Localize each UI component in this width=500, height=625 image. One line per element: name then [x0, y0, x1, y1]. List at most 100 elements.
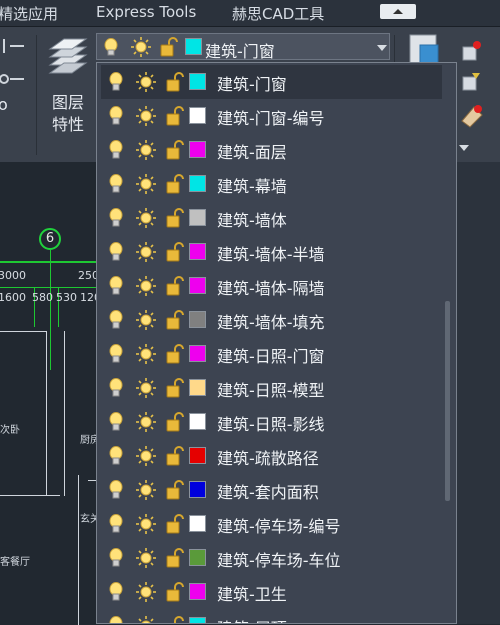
layer-color-swatch[interactable] [189, 175, 206, 192]
sun-icon[interactable] [136, 106, 156, 126]
sun-icon[interactable] [136, 548, 156, 568]
bulb-on-icon[interactable] [109, 242, 123, 261]
bulb-on-icon[interactable] [109, 412, 123, 431]
unlock-icon[interactable] [166, 106, 184, 126]
bulb-on-icon[interactable] [109, 616, 123, 625]
layer-color-swatch[interactable] [189, 277, 206, 294]
layer-color-swatch[interactable] [189, 209, 206, 226]
sun-icon[interactable] [136, 140, 156, 160]
unlock-icon[interactable] [166, 140, 184, 160]
layer-row[interactable]: 建筑-墙体 [101, 201, 442, 235]
menu-item-hesi-cad-tools[interactable]: 赫思CAD工具 [232, 3, 324, 24]
unlock-icon[interactable] [166, 344, 184, 364]
layer-row[interactable]: 建筑-卫生 [101, 575, 442, 609]
unlock-icon[interactable] [166, 446, 184, 466]
layer-color-swatch[interactable] [189, 515, 206, 532]
layer-row[interactable]: 建筑-日照-影线 [101, 405, 442, 439]
sun-icon[interactable] [136, 310, 156, 330]
layer-color-swatch[interactable] [189, 243, 206, 260]
layer-row[interactable]: 建筑-停车场-车位 [101, 541, 442, 575]
bulb-on-icon[interactable] [109, 174, 123, 193]
layer-row[interactable]: 建筑-套内面积 [101, 473, 442, 507]
sun-icon[interactable] [136, 208, 156, 228]
panel-tools-icon[interactable] [0, 33, 26, 93]
sun-icon[interactable] [136, 480, 156, 500]
bulb-on-icon[interactable] [109, 378, 123, 397]
workspace-dropdown[interactable] [380, 4, 416, 19]
bulb-on-icon[interactable] [109, 72, 123, 91]
menu-item-featured-apps[interactable]: 精选应用 [0, 3, 58, 24]
sun-icon[interactable] [136, 242, 156, 262]
layer-properties-label-line2[interactable]: 特性 [52, 111, 84, 135]
sun-icon[interactable] [136, 276, 156, 296]
layer-row[interactable]: 建筑-面层 [101, 133, 442, 167]
bulb-on-icon[interactable] [109, 446, 123, 465]
layer-row[interactable]: 建筑-日照-门窗 [101, 337, 442, 371]
layer-color-swatch[interactable] [189, 583, 206, 600]
unlock-icon[interactable] [166, 480, 184, 500]
unlock-icon[interactable] [166, 72, 184, 92]
sun-icon[interactable] [136, 72, 156, 92]
layer-row[interactable]: 建筑-疏散路径 [101, 439, 442, 473]
layer-row[interactable]: 建筑-墙体-填充 [101, 303, 442, 337]
unlock-icon[interactable] [166, 276, 184, 296]
layer-color-swatch[interactable] [189, 549, 206, 566]
create-block-icon[interactable] [460, 39, 484, 63]
sun-icon[interactable] [136, 174, 156, 194]
layer-color-swatch[interactable] [189, 617, 206, 623]
layer-color-swatch[interactable] [189, 73, 206, 90]
sun-icon[interactable] [136, 344, 156, 364]
sun-icon[interactable] [136, 378, 156, 398]
layer-row[interactable]: 建筑-墙体-隔墙 [101, 269, 442, 303]
unlock-icon[interactable] [167, 616, 184, 624]
bulb-on-icon[interactable] [109, 480, 123, 499]
edit-block-icon[interactable] [460, 69, 484, 93]
sun-icon[interactable] [136, 616, 156, 624]
layer-row[interactable]: 建筑-墙体-半墙 [101, 235, 442, 269]
bulb-on-icon[interactable] [109, 106, 123, 125]
sun-icon[interactable] [136, 582, 156, 602]
layer-color-swatch[interactable] [189, 447, 206, 464]
layer-color-swatch[interactable] [189, 379, 206, 396]
bulb-on-icon[interactable] [109, 582, 123, 601]
layer-row[interactable]: 建筑-门窗-编号 [101, 99, 442, 133]
bulb-on-icon[interactable] [109, 514, 123, 533]
layer-color-swatch[interactable] [189, 107, 206, 124]
layer-row[interactable]: 建筑-停车场-编号 [101, 507, 442, 541]
bulb-on-icon[interactable] [109, 548, 123, 567]
layer-row[interactable]: 建筑-幕墙 [101, 167, 442, 201]
layer-dropdown-list[interactable]: 建筑-门窗 建筑-门窗-编号 建筑-面层 建筑-幕墙 建筑-墙体 建筑-墙体-半墙 建筑-墙… [96, 62, 457, 624]
layer-color-swatch[interactable] [189, 141, 206, 158]
bulb-on-icon[interactable] [109, 208, 123, 227]
match-properties-icon[interactable] [456, 101, 486, 131]
layer-properties-label-line1[interactable]: 图层 [52, 89, 84, 113]
unlock-icon[interactable] [166, 242, 184, 262]
dropdown-scrollbar[interactable] [445, 301, 450, 501]
layer-color-swatch[interactable] [189, 311, 206, 328]
layer-row[interactable]: 建筑-门窗 [101, 65, 442, 99]
unlock-icon[interactable] [166, 514, 184, 534]
unlock-icon[interactable] [166, 310, 184, 330]
layer-row[interactable]: 建筑-日照-模型 [101, 371, 442, 405]
unlock-icon[interactable] [166, 174, 184, 194]
bulb-on-icon[interactable] [109, 276, 123, 295]
combo-dropdown-arrow-icon[interactable] [377, 45, 387, 51]
unlock-icon[interactable] [166, 378, 184, 398]
layer-combo[interactable]: 建筑-门窗 [96, 33, 390, 61]
sun-icon[interactable] [136, 446, 156, 466]
sun-icon[interactable] [136, 412, 156, 432]
unlock-icon[interactable] [166, 548, 184, 568]
layer-color-swatch[interactable] [189, 413, 206, 430]
bulb-on-icon[interactable] [109, 140, 123, 159]
layer-color-swatch[interactable] [189, 481, 206, 498]
bulb-on-icon[interactable] [109, 344, 123, 363]
layer-color-swatch[interactable] [189, 345, 206, 362]
unlock-icon[interactable] [166, 208, 184, 228]
layer-properties-icon[interactable] [46, 31, 92, 81]
unlock-icon[interactable] [166, 412, 184, 432]
unlock-icon[interactable] [166, 582, 184, 602]
ribbon-expand-icon[interactable] [459, 145, 469, 151]
menu-item-express-tools[interactable]: Express Tools [96, 3, 196, 21]
sun-icon[interactable] [136, 514, 156, 534]
bulb-on-icon[interactable] [109, 310, 123, 329]
